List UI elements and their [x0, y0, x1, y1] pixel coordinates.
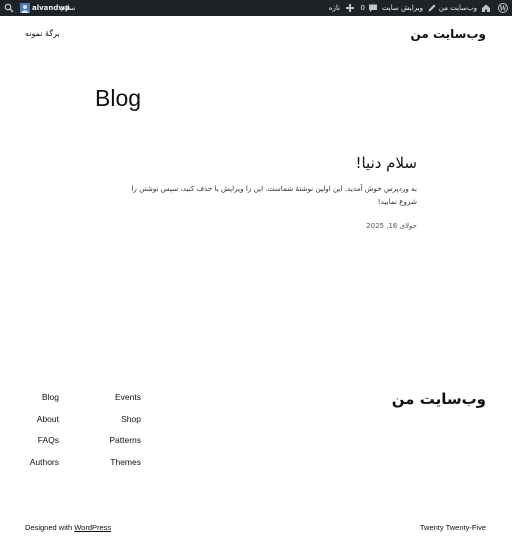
footer-credit-prefix: Designed with	[25, 523, 75, 532]
post-date[interactable]: جولای 16, 2025	[366, 222, 417, 230]
edit-pencil-icon[interactable]	[427, 3, 437, 13]
footer-link-faqs[interactable]: FAQs	[30, 434, 59, 456]
footer-link-events[interactable]: Events	[109, 391, 141, 413]
comments-icon[interactable]	[368, 3, 378, 13]
footer-link-about[interactable]: About	[30, 413, 59, 435]
plus-icon[interactable]	[345, 3, 355, 13]
admin-site-name-link[interactable]: وب‌سایت من	[439, 0, 477, 16]
admin-new-link[interactable]: تازه	[329, 0, 340, 16]
footer-link-blog[interactable]: Blog	[30, 391, 59, 413]
search-icon[interactable]	[4, 3, 14, 13]
wordpress-logo-icon[interactable]: W	[498, 3, 508, 13]
user-avatar-icon[interactable]	[20, 3, 30, 13]
footer-nav-column-2: Events Shop Patterns Themes	[109, 391, 141, 478]
nav-sample-page-link[interactable]: برگهٔ نمونه	[25, 29, 60, 38]
admin-greeting[interactable]: سلام	[61, 0, 75, 16]
footer-nav-column-1: Blog About FAQs Authors	[30, 391, 59, 478]
admin-bar: W وب‌سایت من ویرایش سایت 0 تازه alvandwp…	[0, 0, 512, 16]
site-title[interactable]: وب‌سایت من	[411, 27, 486, 41]
post-excerpt: به وردپرس خوش آمدید. این اولین نوشتهٔ شم…	[131, 184, 417, 206]
footer-link-shop[interactable]: Shop	[109, 413, 141, 435]
page-title: Blog	[95, 85, 142, 111]
svg-text:W: W	[499, 5, 507, 12]
wordpress-link[interactable]: WordPress	[74, 523, 111, 532]
footer-site-title[interactable]: وب‌سایت من	[392, 390, 486, 408]
home-icon[interactable]	[481, 3, 491, 13]
footer-link-themes[interactable]: Themes	[109, 456, 141, 478]
footer-theme-name: Twenty Twenty-Five	[419, 523, 486, 532]
footer-link-patterns[interactable]: Patterns	[109, 434, 141, 456]
admin-edit-site-link[interactable]: ویرایش سایت	[382, 0, 423, 16]
post-title-link[interactable]: سلام دنیا!	[355, 154, 417, 172]
footer-credit: Designed with WordPress	[25, 523, 111, 532]
admin-comments-count[interactable]: 0	[361, 0, 365, 16]
footer-link-authors[interactable]: Authors	[30, 456, 59, 478]
